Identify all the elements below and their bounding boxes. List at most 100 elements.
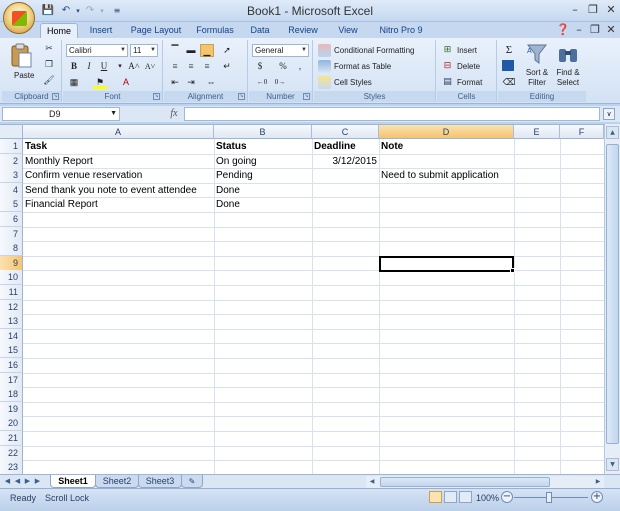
prev-sheet-icon[interactable]: ◀ bbox=[13, 476, 22, 487]
tab-formulas[interactable]: Formulas bbox=[192, 23, 238, 38]
office-button[interactable] bbox=[3, 2, 35, 34]
delete-cells-button[interactable]: Delete bbox=[457, 61, 480, 73]
align-center-icon[interactable]: ≡ bbox=[184, 60, 198, 73]
expand-formula-bar-icon[interactable]: ∨ bbox=[603, 108, 615, 120]
align-middle-icon[interactable]: ▬ bbox=[184, 44, 198, 57]
cell-b4[interactable]: Done bbox=[214, 183, 312, 198]
row-header-18[interactable]: 18 bbox=[0, 387, 23, 403]
format-painter-icon[interactable]: 🖌 bbox=[42, 75, 56, 88]
autosum-icon[interactable]: Σ bbox=[502, 44, 516, 57]
row-header-17[interactable]: 17 bbox=[0, 372, 23, 388]
fill-handle[interactable] bbox=[510, 267, 515, 273]
scroll-up-icon[interactable]: ▲ bbox=[606, 126, 619, 139]
align-left-icon[interactable]: ≡ bbox=[168, 60, 182, 73]
vertical-scrollbar[interactable]: ▲ ▼ bbox=[604, 124, 620, 474]
increase-decimal-icon[interactable]: ←0 bbox=[255, 76, 269, 89]
row-header-23[interactable]: 23 bbox=[0, 460, 23, 474]
filter-label[interactable]: Filter bbox=[523, 77, 551, 89]
restore-icon[interactable]: ❐ bbox=[584, 2, 602, 18]
bold-button[interactable]: B bbox=[67, 60, 81, 73]
sheet-tab-sheet2[interactable]: Sheet2 bbox=[95, 475, 139, 488]
tab-nitro[interactable]: Nitro Pro 9 bbox=[372, 23, 430, 38]
row-header-13[interactable]: 13 bbox=[0, 314, 23, 330]
borders-icon[interactable]: ▦ bbox=[67, 76, 81, 89]
row-header-9[interactable]: 9 bbox=[0, 255, 23, 271]
minimize-icon[interactable]: – bbox=[566, 2, 584, 18]
align-top-icon[interactable]: ▔ bbox=[168, 44, 182, 57]
row-header-10[interactable]: 10 bbox=[0, 270, 23, 286]
clear-icon[interactable]: ⌫ bbox=[502, 76, 516, 89]
select-label[interactable]: Select bbox=[554, 77, 582, 89]
row-header-15[interactable]: 15 bbox=[0, 343, 23, 359]
zoom-level[interactable]: 100% bbox=[476, 492, 499, 504]
italic-button[interactable]: I bbox=[82, 60, 96, 73]
tab-view[interactable]: View bbox=[330, 23, 366, 38]
column-header-c[interactable]: C bbox=[312, 125, 379, 139]
zoom-slider-thumb[interactable] bbox=[546, 492, 552, 503]
scroll-right-icon[interactable]: ▶ bbox=[592, 476, 604, 488]
last-sheet-icon[interactable]: ▶ bbox=[33, 476, 42, 487]
column-header-d[interactable]: D bbox=[379, 125, 514, 139]
row-header-14[interactable]: 14 bbox=[0, 328, 23, 344]
row-header-1[interactable]: 1 bbox=[0, 139, 23, 154]
name-box[interactable]: D9 ▼ bbox=[2, 107, 120, 121]
orientation-icon[interactable]: ➚ bbox=[220, 44, 234, 57]
cell-b3[interactable]: Pending bbox=[214, 168, 312, 183]
cell-d1[interactable]: Note bbox=[379, 139, 574, 154]
row-header-6[interactable]: 6 bbox=[0, 212, 23, 227]
vertical-scroll-thumb[interactable] bbox=[606, 144, 619, 444]
alignment-launcher-icon[interactable]: ↘ bbox=[238, 93, 245, 100]
tab-page-layout[interactable]: Page Layout bbox=[126, 23, 186, 38]
font-color-icon[interactable]: A bbox=[119, 76, 133, 89]
font-launcher-icon[interactable]: ↘ bbox=[153, 93, 160, 100]
horizontal-scrollbar[interactable]: ◀ ▶ bbox=[366, 476, 604, 488]
page-layout-view-icon[interactable] bbox=[444, 491, 457, 503]
conditional-formatting-button[interactable]: Conditional Formatting bbox=[334, 45, 414, 57]
zoom-in-icon[interactable]: + bbox=[591, 491, 603, 503]
tab-home[interactable]: Home bbox=[40, 23, 78, 38]
underline-dropdown-icon[interactable]: ▾ bbox=[113, 60, 127, 73]
cell-styles-button[interactable]: Cell Styles bbox=[334, 77, 372, 89]
increase-indent-icon[interactable]: ⇥ bbox=[184, 76, 198, 89]
align-right-icon[interactable]: ≡ bbox=[200, 60, 214, 73]
scroll-down-icon[interactable]: ▼ bbox=[606, 458, 619, 471]
scroll-left-icon[interactable]: ◀ bbox=[366, 476, 378, 488]
row-header-8[interactable]: 8 bbox=[0, 241, 23, 257]
format-as-table-button[interactable]: Format as Table bbox=[334, 61, 391, 73]
font-size-select[interactable]: 11 ▼ bbox=[130, 44, 158, 57]
page-break-view-icon[interactable] bbox=[459, 491, 472, 503]
insert-sheet-icon[interactable]: ✎ bbox=[181, 475, 203, 488]
column-header-f[interactable]: F bbox=[560, 125, 604, 139]
cell-b1[interactable]: Status bbox=[214, 139, 312, 154]
fill-color-icon[interactable]: ⚑ bbox=[93, 76, 107, 89]
row-header-16[interactable]: 16 bbox=[0, 358, 23, 373]
cell-c2[interactable]: 3/12/2015 bbox=[312, 154, 379, 169]
row-header-3[interactable]: 3 bbox=[0, 168, 23, 184]
first-sheet-icon[interactable]: ◀ bbox=[3, 476, 12, 487]
currency-button[interactable]: $ bbox=[253, 60, 267, 73]
cut-icon[interactable]: ✂ bbox=[42, 43, 56, 56]
tab-data[interactable]: Data bbox=[244, 23, 276, 38]
zoom-out-icon[interactable]: − bbox=[501, 491, 513, 503]
cell-b2[interactable]: On going bbox=[214, 154, 312, 169]
number-launcher-icon[interactable]: ↘ bbox=[303, 93, 310, 100]
wrap-text-icon[interactable]: ↵ bbox=[220, 60, 234, 73]
font-family-select[interactable]: Calibri ▼ bbox=[66, 44, 128, 57]
row-header-12[interactable]: 12 bbox=[0, 299, 23, 315]
number-format-select[interactable]: General ▼ bbox=[252, 44, 309, 57]
row-header-11[interactable]: 11 bbox=[0, 285, 23, 300]
insert-cells-button[interactable]: Insert bbox=[457, 45, 477, 57]
ribbon-close-icon[interactable]: ✕ bbox=[602, 22, 620, 38]
binoculars-icon[interactable] bbox=[557, 43, 579, 65]
column-header-e[interactable]: E bbox=[514, 125, 560, 139]
row-header-5[interactable]: 5 bbox=[0, 197, 23, 213]
horizontal-scroll-thumb[interactable] bbox=[380, 477, 550, 487]
row-header-19[interactable]: 19 bbox=[0, 401, 23, 417]
comma-button[interactable]: , bbox=[293, 60, 307, 73]
active-cell-selection[interactable] bbox=[379, 255, 515, 273]
next-sheet-icon[interactable]: ▶ bbox=[23, 476, 32, 487]
close-icon[interactable]: ✕ bbox=[602, 2, 620, 18]
underline-button[interactable]: U bbox=[97, 60, 111, 73]
row-header-4[interactable]: 4 bbox=[0, 182, 23, 198]
column-header-a[interactable]: A bbox=[23, 125, 214, 139]
